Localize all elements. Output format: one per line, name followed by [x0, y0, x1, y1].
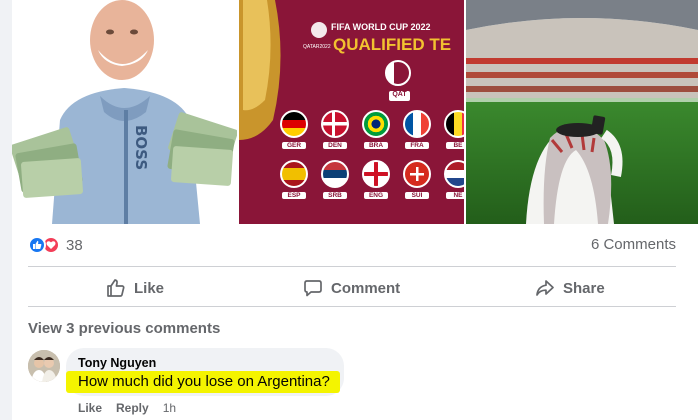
- reactions-summary[interactable]: 38: [28, 234, 83, 256]
- divider: [28, 266, 676, 267]
- flag-switzerland-icon: [403, 160, 431, 188]
- svg-text:BOSS: BOSS: [132, 125, 150, 170]
- team-label: ESP: [282, 192, 306, 199]
- comment-button[interactable]: Comment: [303, 272, 400, 304]
- team-label: BE: [446, 142, 464, 149]
- comment-author[interactable]: Tony Nguyen: [78, 356, 156, 370]
- banner-text: QUALIFIED TE: [333, 35, 452, 54]
- flag-france-icon: [403, 110, 431, 138]
- qatar-flag-icon: [385, 60, 411, 86]
- flag-spain-icon: [280, 160, 308, 188]
- team-label: FRA: [405, 142, 429, 149]
- comment-label: Comment: [331, 279, 401, 297]
- comment-actions: Like Reply 1h: [78, 401, 176, 415]
- flag-serbia-icon: [321, 160, 349, 188]
- flag-england-icon: [362, 160, 390, 188]
- team-label: GER: [282, 142, 306, 149]
- like-label: Like: [134, 279, 165, 297]
- comment-timestamp[interactable]: 1h: [163, 401, 176, 415]
- comment-like-button[interactable]: Like: [78, 401, 102, 415]
- comments-count-link[interactable]: 6 Comments: [591, 236, 676, 253]
- comment-text: How much did you lose on Argentina?: [66, 371, 340, 393]
- comment-icon: [304, 280, 322, 297]
- thumbs-up-icon: [28, 236, 46, 254]
- team-label: SRB: [323, 192, 347, 199]
- team-label: BRA: [364, 142, 388, 149]
- team-label: NE: [446, 192, 464, 199]
- host-code: QAT: [389, 91, 410, 101]
- wc-logo-subtext: QATAR2022: [303, 44, 331, 50]
- reaction-count: 38: [66, 236, 83, 254]
- avatar[interactable]: [28, 350, 60, 382]
- comment-reply-button[interactable]: Reply: [116, 401, 149, 415]
- wc-logo-text: FIFA WORLD CUP 2022: [331, 22, 431, 32]
- share-label: Share: [563, 279, 605, 297]
- team-label: SUI: [405, 192, 429, 199]
- view-previous-comments-link[interactable]: View 3 previous comments: [28, 320, 220, 337]
- photo-stadium[interactable]: [466, 0, 698, 224]
- share-icon: [536, 280, 554, 296]
- team-label: ENG: [364, 192, 388, 199]
- flag-brazil-icon: [362, 110, 390, 138]
- team-label: DEN: [323, 142, 347, 149]
- flag-belgium-icon: [444, 110, 464, 138]
- thumbs-up-icon: [107, 279, 125, 297]
- flag-netherlands-icon: [444, 160, 464, 188]
- flag-germany-icon: [280, 110, 308, 138]
- like-button[interactable]: Like: [106, 272, 164, 304]
- post-card: BOSS FIFA WORLD CUP 2022 QATAR2022 QUALI…: [12, 0, 698, 420]
- divider: [28, 306, 676, 307]
- photo-man-with-money[interactable]: BOSS: [12, 0, 237, 224]
- photo-world-cup-qualified-teams[interactable]: FIFA WORLD CUP 2022 QATAR2022 QUALIFIED …: [239, 0, 464, 224]
- comment-bubble: Tony Nguyen How much did you lose on Arg…: [66, 348, 344, 396]
- flag-denmark-icon: [321, 110, 349, 138]
- share-button[interactable]: Share: [535, 272, 605, 304]
